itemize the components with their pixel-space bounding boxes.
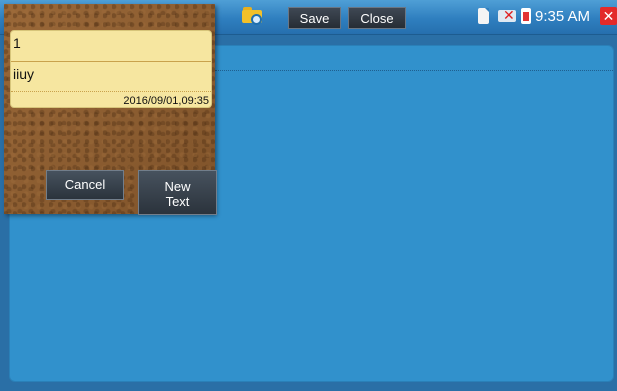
usb-disconnected-icon: ✕	[498, 7, 516, 23]
new-text-button[interactable]: New Text	[138, 170, 217, 215]
save-button[interactable]: Save	[288, 7, 341, 29]
sd-card-icon	[478, 8, 489, 24]
note-card[interactable]: 1 iiuy 2016/09/01,09:35	[10, 30, 212, 108]
note-divider	[11, 91, 211, 92]
note-title: 1	[13, 35, 21, 51]
folder-search-icon[interactable]	[242, 7, 262, 25]
clock: 9:35 AM	[535, 8, 591, 25]
close-button[interactable]: Close	[348, 7, 406, 29]
battery-low-icon	[521, 8, 531, 24]
note-divider	[11, 61, 211, 62]
magnifier-lens	[251, 14, 262, 25]
note-date: 2016/09/01,09:35	[123, 95, 209, 107]
power-off-icon[interactable]: ✕	[600, 7, 617, 25]
divider	[215, 70, 613, 71]
note-popup: 1 iiuy 2016/09/01,09:35 Cancel New Text	[4, 4, 217, 215]
note-body: iiuy	[13, 66, 35, 82]
cancel-button[interactable]: Cancel	[46, 170, 124, 200]
